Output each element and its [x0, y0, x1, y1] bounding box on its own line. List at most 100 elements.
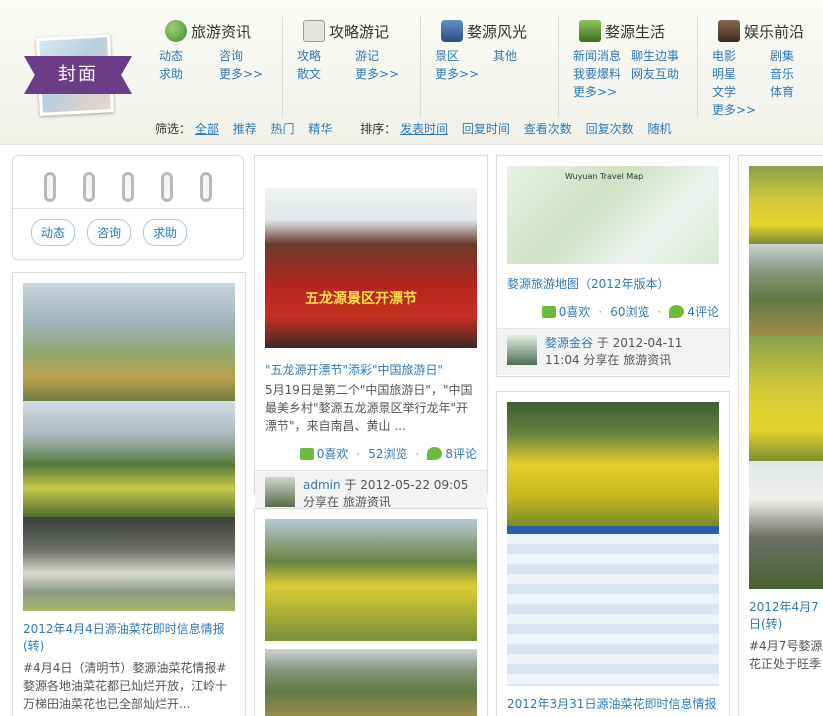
nav-link[interactable]: 更多>> [435, 66, 493, 82]
binder-ring [83, 172, 96, 202]
nav-link[interactable]: 更多>> [355, 66, 413, 82]
nav-travel-news: 旅游资讯 动态 咨询 求助 更多>> [159, 16, 280, 118]
filter-option-featured[interactable]: 精华 [308, 122, 332, 136]
filter-option-recommended[interactable]: 推荐 [233, 122, 257, 136]
nav-entertainment: 娱乐前沿 电影 剧集 明星 音乐 文学 体育 更多>> [697, 16, 823, 118]
nav-link[interactable]: 新闻消息 [573, 48, 631, 64]
music-icon [718, 20, 740, 42]
pill-dynamic[interactable]: 动态 [31, 219, 76, 246]
nav-title[interactable]: 婺源生活 [605, 21, 665, 42]
like-icon [299, 447, 314, 460]
nav-link[interactable]: 文学 [712, 84, 770, 100]
notebook-icon [303, 20, 325, 42]
nav-link[interactable]: 聊生边事 [631, 48, 689, 64]
post-photo-weather-table[interactable] [507, 526, 719, 686]
nav-link[interactable]: 其他 [493, 48, 551, 64]
binder-rings [13, 156, 243, 202]
map-caption: Wuyuan Travel Map [565, 172, 644, 181]
nav-link[interactable]: 动态 [159, 48, 219, 64]
binder-ring [44, 172, 57, 202]
nav-link[interactable]: 电影 [712, 48, 770, 64]
post-description: #4月4日（清明节）婺源油菜花情报# 婺源各地油菜花都已灿烂开放，江岭十万梯田油… [23, 661, 228, 711]
nav-link[interactable]: 求助 [159, 66, 219, 82]
leaf-icon [579, 20, 601, 42]
like-count[interactable]: 0喜欢 [559, 303, 591, 320]
nav-title[interactable]: 旅游资讯 [191, 21, 251, 42]
comment-count[interactable]: 8评论 [445, 445, 477, 462]
post-card-festival[interactable]: 五龙源景区开漂节 "五龙源开漂节"添彩"中国旅游日" 5月19日是第二个"中国旅… [254, 155, 488, 517]
like-count[interactable]: 0喜欢 [317, 445, 349, 462]
post-title[interactable]: 2012年3月31日源油菜花即时信息情报 [507, 696, 719, 713]
sort-option-random[interactable]: 随机 [647, 122, 671, 136]
post-photo[interactable] [265, 519, 477, 641]
pill-consult[interactable]: 咨询 [87, 219, 132, 246]
post-card-partial[interactable]: 2012年4月7日(转) #4月7号婺源花正处于旺季 [738, 155, 823, 716]
author-link[interactable]: admin [303, 478, 341, 492]
filter-option-hot[interactable]: 热门 [271, 122, 295, 136]
nav-link[interactable]: 体育 [770, 84, 814, 100]
post-title[interactable]: 婺源旅游地图（2012年版本） [507, 276, 719, 293]
nav-link[interactable]: 咨询 [219, 48, 279, 64]
filter-option-all[interactable]: 全部 [195, 122, 219, 136]
sort-option-reply-count[interactable]: 回复次数 [586, 122, 634, 136]
nav-scenery: 婺源风光 景区 其他 更多>> [420, 16, 555, 118]
nav-link[interactable]: 更多>> [219, 66, 279, 82]
post-photo[interactable] [749, 244, 823, 336]
nav-link[interactable]: 我要爆料 [573, 66, 631, 82]
nav-title[interactable]: 娱乐前沿 [744, 21, 804, 42]
post-photo[interactable] [749, 166, 823, 244]
nav-link[interactable]: 明星 [712, 66, 770, 82]
nav-link[interactable]: 景区 [435, 48, 493, 64]
binder-ring [199, 172, 212, 202]
cover-ribbon-label: 封面 [24, 56, 132, 94]
nav-link[interactable]: 音乐 [770, 66, 814, 82]
nav-title[interactable]: 婺源风光 [467, 21, 527, 42]
post-card-rapeseed-photos[interactable] [254, 508, 488, 716]
view-count: 60浏览 [610, 305, 650, 319]
nav-link[interactable]: 攻略 [297, 48, 355, 64]
cover-logo[interactable]: 封面 [24, 34, 132, 116]
post-card-weather[interactable]: 2012年3月31日源油菜花即时信息情报 [496, 391, 730, 716]
comment-icon [427, 447, 443, 460]
post-photo[interactable]: 五龙源景区开漂节 [265, 188, 477, 348]
post-title[interactable]: 2012年4月4日源油菜花即时信息情报(转) [23, 621, 235, 655]
binder-card: 动态 咨询 求助 [12, 155, 244, 260]
avatar[interactable] [265, 477, 295, 507]
post-card-map[interactable]: Wuyuan Travel Map 婺源旅游地图（2012年版本） 0喜欢 · … [496, 155, 730, 377]
post-photo-map[interactable]: Wuyuan Travel Map [507, 166, 719, 264]
sort-option-reply-time[interactable]: 回复时间 [462, 122, 510, 136]
comment-count[interactable]: 4评论 [687, 303, 719, 320]
nav-link[interactable]: 更多>> [573, 84, 631, 100]
post-title[interactable]: "五龙源开漂节"添彩"中国旅游日" [265, 362, 477, 379]
pill-help[interactable]: 求助 [143, 219, 188, 246]
nav-title[interactable]: 攻略游记 [329, 21, 389, 42]
post-photo[interactable] [749, 336, 823, 461]
avatar[interactable] [507, 335, 537, 365]
nav-link[interactable]: 散文 [297, 66, 355, 82]
post-photo[interactable] [749, 461, 823, 589]
globe-icon [165, 20, 187, 42]
nav-link[interactable]: 更多>> [712, 102, 770, 118]
post-photo[interactable] [23, 283, 235, 401]
post-photo[interactable] [265, 649, 477, 716]
binder-ring [160, 172, 173, 202]
camera-icon [441, 20, 463, 42]
post-photo[interactable] [23, 401, 235, 517]
comment-icon [669, 305, 685, 318]
nav-guides: 攻略游记 攻略 游记 散文 更多>> [282, 16, 417, 118]
author-link[interactable]: 婺源金谷 [545, 336, 593, 350]
post-photo[interactable] [507, 402, 719, 526]
nav-link[interactable]: 游记 [355, 48, 413, 64]
photo-banner-text: 五龙源景区开漂节 [305, 291, 417, 307]
sort-option-view-count[interactable]: 查看次数 [524, 122, 572, 136]
sort-option-post-time[interactable]: 发表时间 [400, 122, 448, 136]
nav-life: 婺源生活 新闻消息 聊生边事 我要爆料 网友互助 更多>> [558, 16, 695, 118]
nav-link[interactable]: 剧集 [770, 48, 814, 64]
nav-link[interactable]: 网友互助 [631, 66, 689, 82]
post-photo[interactable] [23, 517, 235, 611]
like-icon [541, 305, 556, 318]
post-card-rapeseed-info[interactable]: 2012年4月4日源油菜花即时信息情报(转) #4月4日（清明节）婺源油菜花情报… [12, 272, 246, 716]
site-header: 封面 旅游资讯 动态 咨询 求助 更多>> 攻略游记 攻略 游记 散文 更多>> [0, 0, 823, 145]
filter-bar: 筛选： 全部 推荐 热门 精华 排序： 发表时间 回复时间 查看次数 回复次数 … [155, 120, 671, 137]
post-title[interactable]: 2012年4月7日(转) [749, 599, 823, 633]
